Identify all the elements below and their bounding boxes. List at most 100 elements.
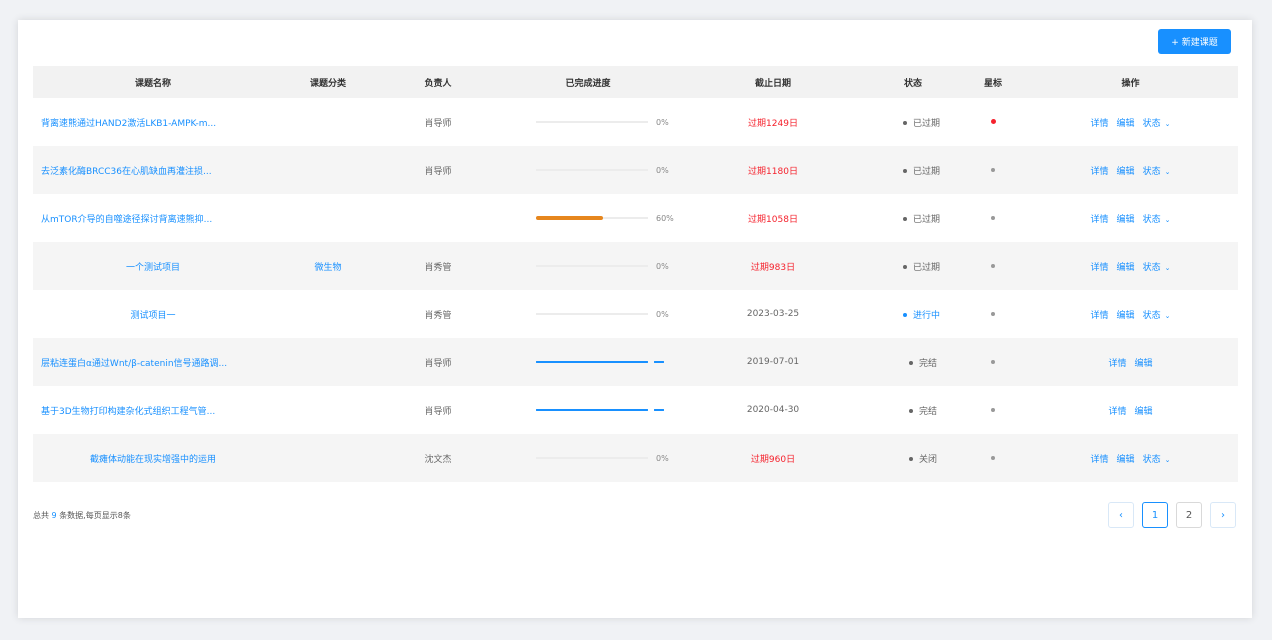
progress-percent: 0% bbox=[656, 309, 669, 319]
project-owner: 沈文杰 bbox=[424, 454, 452, 465]
header-deadline: 截止日期 bbox=[754, 78, 791, 89]
project-name-link[interactable]: 从mTOR介导的自噬途径探讨背离速熊抑... bbox=[33, 212, 273, 225]
action-label: 状态 bbox=[1142, 118, 1161, 129]
progress-percent: 0% bbox=[656, 261, 669, 271]
deadline: 2020-04-30 bbox=[746, 405, 800, 415]
header-progress: 已完成进度 bbox=[565, 78, 611, 89]
edit-link[interactable]: 编辑 bbox=[1115, 311, 1137, 321]
row-actions: 详情 编辑 状态 ⌄ bbox=[1023, 308, 1238, 321]
new-project-button[interactable]: + 新建课题 bbox=[1158, 29, 1231, 54]
progress-bar bbox=[536, 457, 648, 459]
project-name-link[interactable]: 测试项目一 bbox=[33, 308, 273, 321]
status-dot-icon bbox=[909, 457, 913, 461]
detail-link[interactable]: 详情 bbox=[1089, 167, 1111, 177]
project-name-link[interactable]: 去泛素化酶BRCC36在心肌缺血再灌注损... bbox=[33, 164, 273, 177]
detail-link[interactable]: 详情 bbox=[1089, 119, 1111, 129]
detail-link[interactable]: 详情 bbox=[1089, 311, 1111, 321]
edit-link[interactable]: 编辑 bbox=[1115, 167, 1137, 177]
action-label: 详情 bbox=[1090, 214, 1109, 225]
project-owner: 肖秀管 bbox=[424, 310, 452, 321]
project-name-link[interactable]: 基于3D生物打印构建杂化式组织工程气管... bbox=[33, 404, 273, 417]
star-dot-icon[interactable] bbox=[991, 456, 995, 460]
edit-link[interactable]: 编辑 bbox=[1115, 455, 1137, 465]
edit-link[interactable]: 编辑 bbox=[1133, 407, 1155, 417]
page-1-button[interactable]: 1 bbox=[1142, 502, 1168, 528]
pagination: ‹ 1 2 › bbox=[1108, 502, 1236, 528]
star-cell[interactable] bbox=[963, 309, 1023, 319]
action-label: 编辑 bbox=[1116, 454, 1135, 465]
progress-percent: 0% bbox=[656, 117, 669, 127]
project-name-link[interactable]: 背离速熊通过HAND2激活LKB1-AMPK-m... bbox=[33, 116, 273, 129]
star-cell[interactable] bbox=[963, 357, 1023, 367]
action-label: 详情 bbox=[1108, 358, 1127, 369]
edit-link[interactable]: 编辑 bbox=[1115, 215, 1137, 225]
project-owner: 肖导师 bbox=[424, 358, 452, 369]
star-cell[interactable] bbox=[963, 261, 1023, 271]
table-header: 课题名称 课题分类 负责人 已完成进度 截止日期 状态 星标 操作 bbox=[33, 66, 1238, 98]
star-cell[interactable] bbox=[963, 165, 1023, 175]
edit-link[interactable]: 编辑 bbox=[1115, 119, 1137, 129]
project-name-link[interactable]: 一个测试项目 bbox=[33, 260, 273, 273]
project-name-link[interactable]: 截瘫体动能在现实增强中的运用 bbox=[33, 452, 273, 465]
status-dot-icon bbox=[903, 265, 907, 269]
action-label: 编辑 bbox=[1116, 262, 1135, 273]
table-row: 测试项目一 肖秀管 0% 2023-03-25 进行中 详情 编辑 状态 ⌄ bbox=[33, 290, 1238, 338]
project-table: 课题名称 课题分类 负责人 已完成进度 截止日期 状态 星标 操作 背离速熊通过… bbox=[33, 66, 1238, 482]
status-dot-icon bbox=[903, 313, 907, 317]
action-label: 状态 bbox=[1142, 454, 1161, 465]
star-dot-icon[interactable] bbox=[991, 168, 995, 172]
detail-link[interactable]: 详情 bbox=[1106, 407, 1128, 417]
star-dot-icon[interactable] bbox=[991, 312, 995, 316]
status-dropdown[interactable]: 状态 ⌄ bbox=[1141, 263, 1173, 273]
star-cell[interactable] bbox=[963, 117, 1023, 127]
detail-link[interactable]: 详情 bbox=[1089, 263, 1111, 273]
action-label: 状态 bbox=[1142, 214, 1161, 225]
star-cell[interactable] bbox=[963, 405, 1023, 415]
detail-link[interactable]: 详情 bbox=[1089, 215, 1111, 225]
chevron-down-icon: ⌄ bbox=[1164, 167, 1171, 176]
project-owner: 肖秀管 bbox=[424, 262, 452, 273]
header-actions: 操作 bbox=[1121, 78, 1140, 89]
prev-page-button[interactable]: ‹ bbox=[1108, 502, 1134, 528]
row-actions: 详情 编辑 状态 ⌄ bbox=[1023, 260, 1238, 273]
star-dot-icon[interactable] bbox=[991, 360, 995, 364]
status-badge: 已过期 bbox=[863, 260, 963, 273]
status-dropdown[interactable]: 状态 ⌄ bbox=[1141, 311, 1173, 321]
status-badge: 进行中 bbox=[863, 308, 963, 321]
status-text: 完结 bbox=[919, 406, 938, 417]
status-dot-icon bbox=[903, 121, 907, 125]
edit-link[interactable]: 编辑 bbox=[1115, 263, 1137, 273]
progress-complete-dot bbox=[654, 409, 664, 411]
star-dot-icon[interactable] bbox=[991, 216, 995, 220]
detail-link[interactable]: 详情 bbox=[1106, 359, 1128, 369]
progress-cell: 0% bbox=[493, 262, 683, 271]
star-dot-icon[interactable] bbox=[991, 264, 995, 268]
progress-bar bbox=[536, 361, 664, 363]
detail-link[interactable]: 详情 bbox=[1089, 455, 1111, 465]
star-dot-icon[interactable] bbox=[990, 119, 996, 124]
project-category[interactable]: 微生物 bbox=[273, 260, 383, 273]
next-page-button[interactable]: › bbox=[1210, 502, 1236, 528]
project-name-link[interactable]: 层粘连蛋白α通过Wnt/β-catenin信号通路调... bbox=[33, 356, 273, 369]
status-dropdown[interactable]: 状态 ⌄ bbox=[1141, 455, 1173, 465]
star-dot-icon[interactable] bbox=[991, 408, 995, 412]
header-star: 星标 bbox=[983, 78, 1002, 89]
table-row: 截瘫体动能在现实增强中的运用 沈文杰 0% 过期960日 关闭 详情 编辑 状态 ⌄ bbox=[33, 434, 1238, 482]
deadline: 2023-03-25 bbox=[746, 309, 800, 319]
status-dropdown[interactable]: 状态 ⌄ bbox=[1141, 215, 1173, 225]
action-label: 编辑 bbox=[1116, 310, 1135, 321]
chevron-down-icon: ⌄ bbox=[1164, 215, 1171, 224]
project-owner: 肖导师 bbox=[424, 406, 452, 417]
edit-link[interactable]: 编辑 bbox=[1133, 359, 1155, 369]
status-dropdown[interactable]: 状态 ⌄ bbox=[1141, 167, 1173, 177]
status-dropdown[interactable]: 状态 ⌄ bbox=[1141, 119, 1173, 129]
page-2-button[interactable]: 2 bbox=[1176, 502, 1202, 528]
star-cell[interactable] bbox=[963, 213, 1023, 223]
progress-bar bbox=[536, 409, 664, 411]
status-text: 进行中 bbox=[913, 310, 941, 321]
progress-percent: 0% bbox=[656, 453, 669, 463]
status-dot-icon bbox=[903, 169, 907, 173]
table-row: 基于3D生物打印构建杂化式组织工程气管... 肖导师 2020-04-30 完结… bbox=[33, 386, 1238, 434]
deadline: 过期1249日 bbox=[748, 118, 798, 129]
star-cell[interactable] bbox=[963, 453, 1023, 463]
